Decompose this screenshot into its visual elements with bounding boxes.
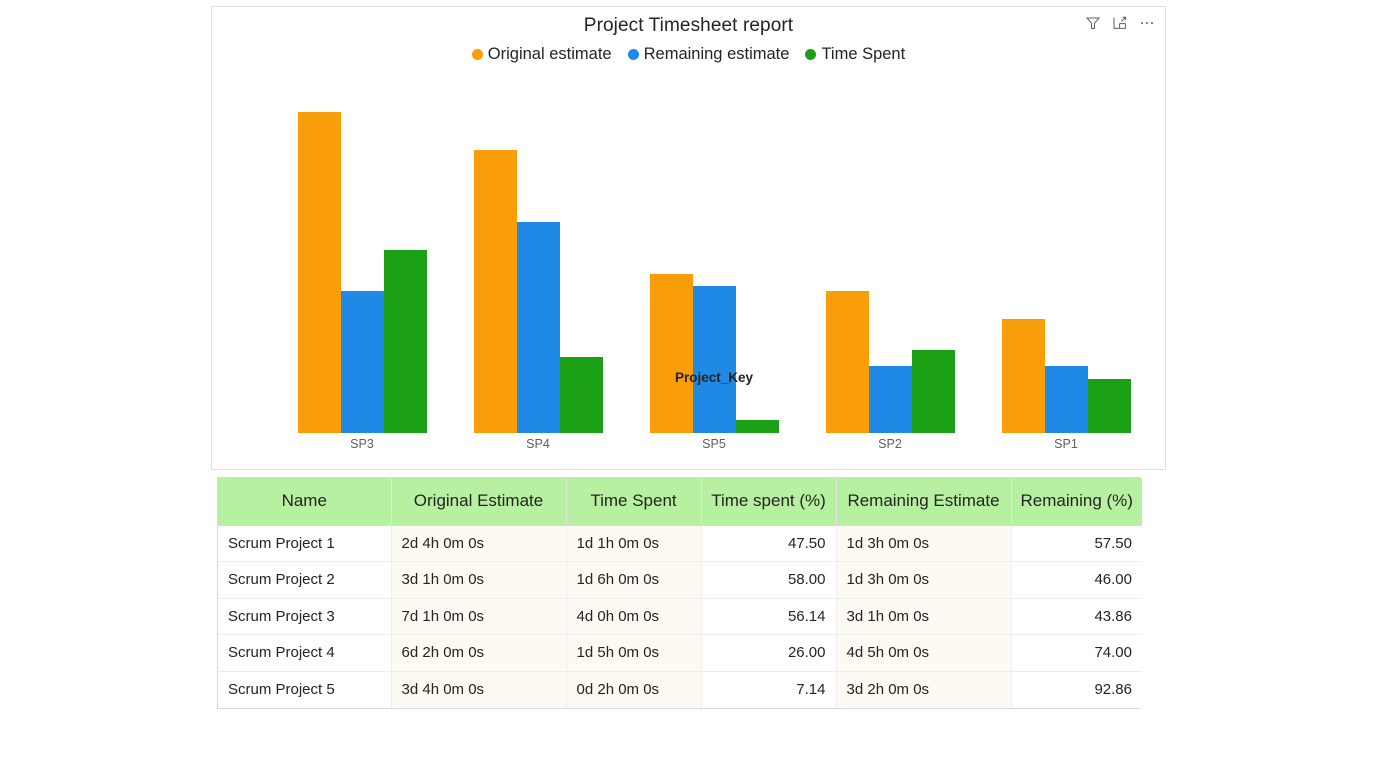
bar-remaining-estimate[interactable] <box>516 222 560 433</box>
table-cell-time-spent: 4d 0h 0m 0s <box>566 598 702 635</box>
table-cell-time-spent-pct: 58.00 <box>701 561 837 599</box>
table-body: Scrum Project 1 2d 4h 0m 0s 1d 1h 0m 0s 47.… <box>218 525 1142 708</box>
legend-label: Original estimate <box>487 45 612 63</box>
table-cell-remaining-pct: 46.00 <box>1011 561 1142 599</box>
legend-item[interactable]: Time Spent <box>805 45 905 64</box>
table-cell-remaining-pct: 74.00 <box>1011 634 1142 672</box>
table-cell-name: Scrum Project 2 <box>218 561 392 599</box>
table-cell-remaining-estimate: 3d 2h 0m 0s <box>836 671 1012 708</box>
table-row[interactable]: Scrum Project 2 3d 1h 0m 0s 1d 6h 0m 0s 58.… <box>218 561 1142 599</box>
more-options-icon[interactable] <box>1139 15 1155 31</box>
table-column-header[interactable]: Remaining (%) <box>1011 478 1142 526</box>
bar-remaining-estimate[interactable] <box>692 285 736 433</box>
legend-color-dot <box>627 49 639 60</box>
table-column-header[interactable]: Time spent (%) <box>701 478 837 526</box>
legend-item[interactable]: Original estimate <box>471 45 612 64</box>
table-column-header[interactable]: Name <box>218 478 392 526</box>
table-cell-time-spent: 1d 1h 0m 0s <box>566 525 702 562</box>
legend-label: Time Spent <box>821 45 906 63</box>
ellipsis-dot <box>1145 21 1149 25</box>
table-cell-time-spent-pct: 7.14 <box>701 671 837 708</box>
table-header-row: Name Original Estimate Time Spent Time spen… <box>218 478 1142 526</box>
table-cell-time-spent-pct: 56.14 <box>701 598 837 635</box>
table-row[interactable]: Scrum Project 5 3d 4h 0m 0s 0d 2h 0m 0s 7.1… <box>218 671 1142 708</box>
x-axis-tick-label: SP4 <box>526 437 550 451</box>
table-cell-name: Scrum Project 4 <box>218 634 392 672</box>
table-cell-name: Scrum Project 3 <box>218 598 392 635</box>
table-cell-remaining-pct: 43.86 <box>1011 598 1142 635</box>
bar-time-spent[interactable] <box>1087 378 1131 433</box>
bar-time-spent[interactable] <box>911 349 955 433</box>
legend-color-dot <box>471 49 483 60</box>
table-cell-remaining-estimate: 1d 3h 0m 0s <box>836 525 1012 562</box>
card-header-icons <box>1085 15 1155 31</box>
bar-time-spent[interactable] <box>383 250 427 433</box>
table-row[interactable]: Scrum Project 1 2d 4h 0m 0s 1d 1h 0m 0s 47.… <box>218 525 1142 562</box>
table-cell-original-estimate: 6d 2h 0m 0s <box>391 634 567 672</box>
focus-mode-icon[interactable] <box>1112 15 1128 31</box>
bar-original-estimate[interactable] <box>649 273 693 433</box>
chart-visual-card: Project Timesheet report Original estima… <box>211 6 1166 470</box>
filter-icon[interactable] <box>1085 15 1101 31</box>
ellipsis-dot <box>1140 21 1144 25</box>
table-cell-time-spent: 1d 5h 0m 0s <box>566 634 702 672</box>
chart-legend: Original estimate Remaining estimate Time … <box>212 45 1165 64</box>
table-cell-time-spent-pct: 47.50 <box>701 525 837 562</box>
table-cell-original-estimate: 3d 1h 0m 0s <box>391 561 567 599</box>
table-cell-time-spent: 0d 2h 0m 0s <box>566 671 702 708</box>
table-row[interactable]: Scrum Project 4 6d 2h 0m 0s 1d 5h 0m 0s 26.… <box>218 634 1142 672</box>
table-cell-name: Scrum Project 5 <box>218 671 392 708</box>
table-cell-time-spent-pct: 26.00 <box>701 634 837 672</box>
timesheet-table-container: Name Original Estimate Time Spent Time spen… <box>217 477 1142 709</box>
legend-label: Remaining estimate <box>643 45 790 63</box>
table-cell-remaining-estimate: 1d 3h 0m 0s <box>836 561 1012 599</box>
table-cell-name: Scrum Project 1 <box>218 525 392 562</box>
table-row[interactable]: Scrum Project 3 7d 1h 0m 0s 4d 0h 0m 0s 56.… <box>218 598 1142 635</box>
x-axis-title: Project_Key <box>674 370 754 385</box>
page-root: Project Timesheet report Original estima… <box>0 0 1375 772</box>
x-axis-tick-label: SP1 <box>1054 437 1078 451</box>
table-cell-original-estimate: 2d 4h 0m 0s <box>391 525 567 562</box>
table-cell-original-estimate: 7d 1h 0m 0s <box>391 598 567 635</box>
table-column-header[interactable]: Time Spent <box>566 478 702 526</box>
table-column-header[interactable]: Original Estimate <box>391 478 567 526</box>
legend-color-dot <box>805 49 817 60</box>
table-column-header[interactable]: Remaining Estimate <box>836 478 1012 526</box>
bar-original-estimate[interactable] <box>825 290 869 433</box>
table-cell-time-spent: 1d 6h 0m 0s <box>566 561 702 599</box>
x-axis-tick-label: SP5 <box>702 437 726 451</box>
table-cell-remaining-pct: 57.50 <box>1011 525 1142 562</box>
x-axis-tick-label: SP3 <box>350 437 374 451</box>
ellipsis-dot <box>1150 21 1154 25</box>
legend-item[interactable]: Remaining estimate <box>627 45 790 64</box>
bar-original-estimate[interactable] <box>473 150 517 433</box>
bar-time-spent[interactable] <box>559 356 603 433</box>
chart-title: Project Timesheet report <box>583 15 794 36</box>
x-axis-tick-label: SP2 <box>878 437 902 451</box>
bar-time-spent[interactable] <box>735 419 779 433</box>
table-cell-remaining-pct: 92.86 <box>1011 671 1142 708</box>
table-cell-remaining-estimate: 4d 5h 0m 0s <box>836 634 1012 672</box>
table-cell-original-estimate: 3d 4h 0m 0s <box>391 671 567 708</box>
table-cell-remaining-estimate: 3d 1h 0m 0s <box>836 598 1012 635</box>
bar-remaining-estimate[interactable] <box>340 290 384 433</box>
timesheet-table: Name Original Estimate Time Spent Time spen… <box>218 478 1142 708</box>
